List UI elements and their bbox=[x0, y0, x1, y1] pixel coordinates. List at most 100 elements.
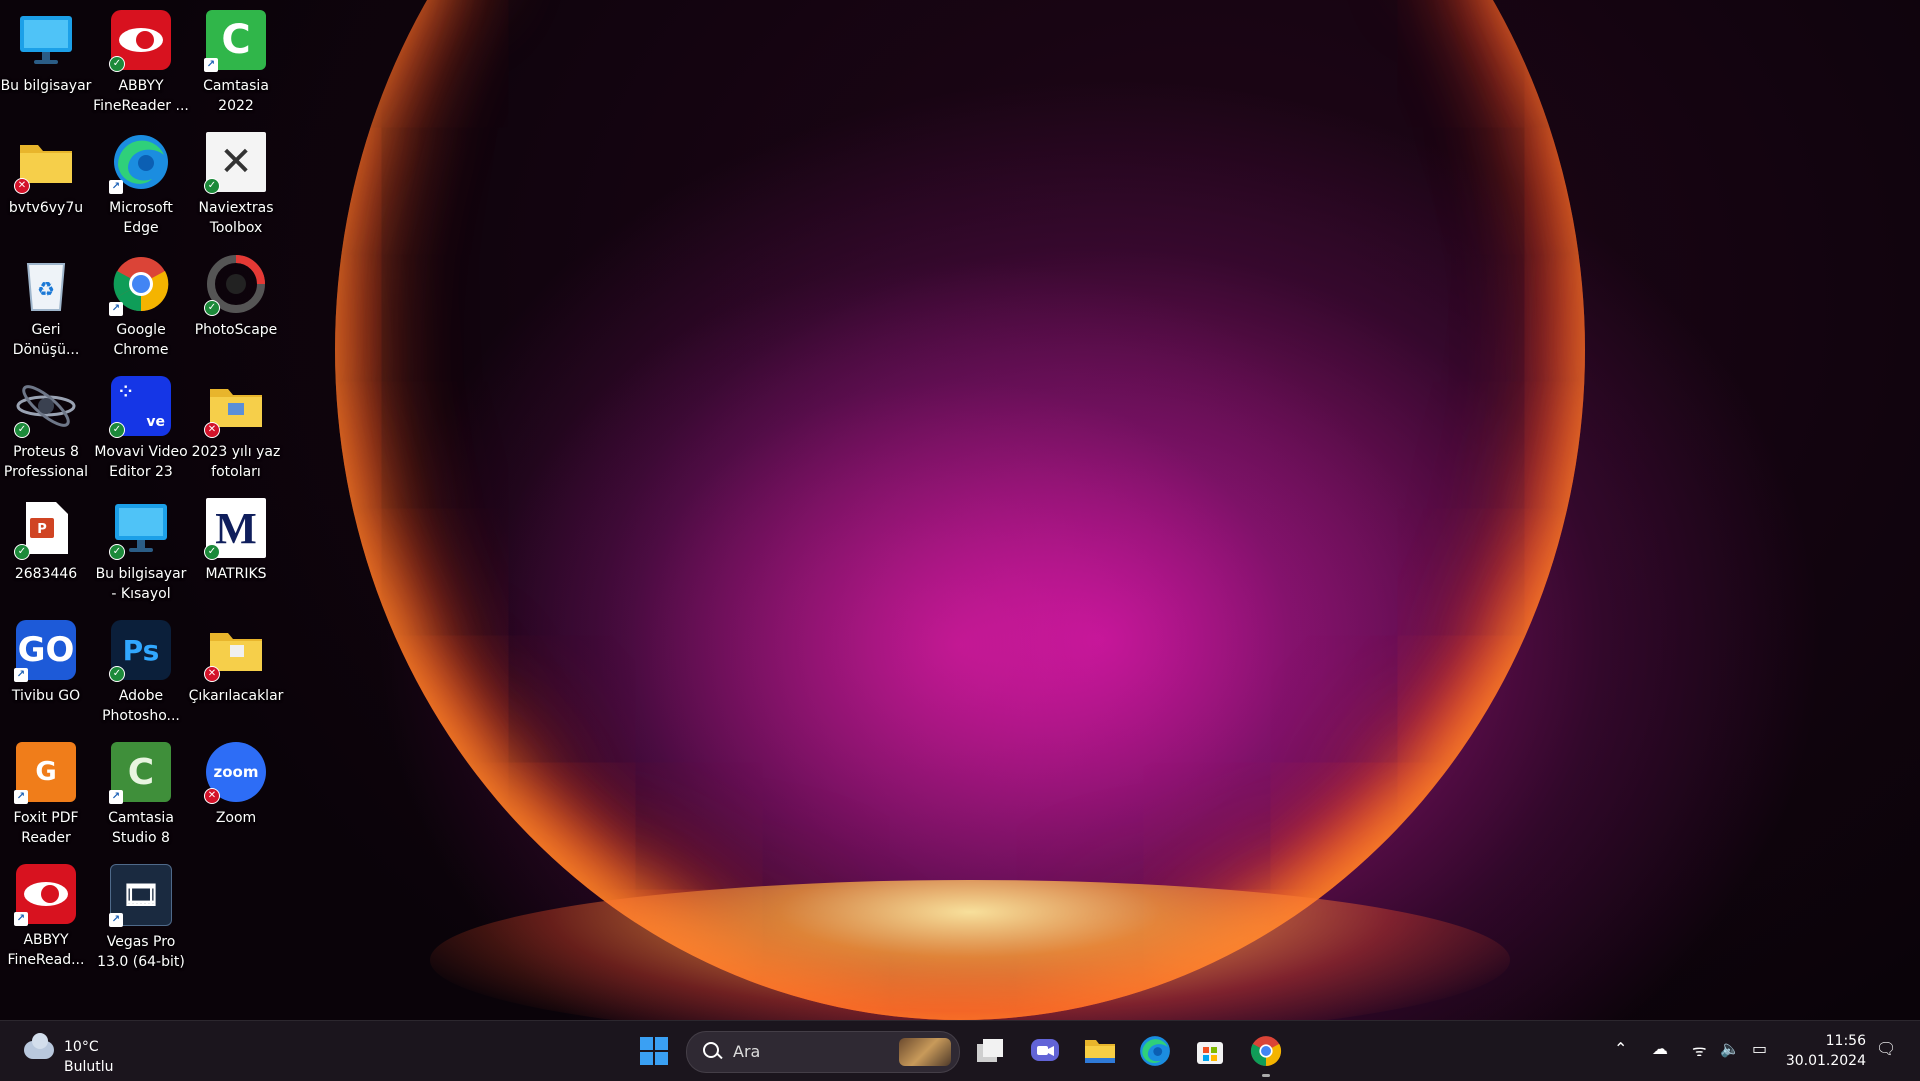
windows-logo-icon bbox=[640, 1037, 668, 1065]
desktop-icon-vegas[interactable]: 🎞 ↗ Vegas Pro 13.0 (64-bit) bbox=[95, 858, 187, 978]
abbyy-icon: ↗ bbox=[14, 864, 76, 926]
shortcut-arrow-icon: ↗ bbox=[109, 302, 123, 316]
desktop-icon-foxit[interactable]: G ↗ Foxit PDF Reader bbox=[0, 736, 92, 856]
chevron-up-icon[interactable]: ⌃ bbox=[1614, 1039, 1627, 1058]
desktop-icon-label: Geri Dönüşü... bbox=[12, 322, 80, 358]
folder-icon: ✕ bbox=[204, 620, 266, 682]
sync-error-icon: ✕ bbox=[204, 788, 220, 804]
movavi-icon: ve ⁘ ✓ bbox=[109, 376, 171, 438]
tivibu-icon: GO ↗ bbox=[14, 620, 76, 682]
wifi-icon[interactable]: ᯤ bbox=[1692, 1039, 1707, 1061]
sync-error-icon: ✕ bbox=[204, 422, 220, 438]
cloud-icon bbox=[24, 1033, 54, 1059]
folder-icon: ✕ bbox=[14, 132, 76, 194]
desktop-icon-movavi[interactable]: ve ⁘ ✓ Movavi Video Editor 23 bbox=[94, 370, 188, 490]
clock[interactable]: 11:56 30.01.2024 bbox=[1786, 1031, 1866, 1071]
search-placeholder: Ara bbox=[733, 1042, 761, 1061]
edge-taskbar-button[interactable] bbox=[1137, 1033, 1173, 1069]
desktop-icon-label: ABBYY FineReader ... bbox=[93, 78, 189, 114]
desktop-icon-photoshop[interactable]: Ps ✓ Adobe Photosho... bbox=[95, 614, 187, 734]
task-view-button[interactable] bbox=[972, 1033, 1008, 1069]
desktop-icon-proteus[interactable]: ✓ Proteus 8 Professional bbox=[0, 370, 92, 490]
weather-temperature: 10°C bbox=[64, 1039, 99, 1055]
desktop-wallpaper bbox=[0, 0, 1920, 1020]
desktop-icon-2683446[interactable]: P ✓ 2683446 bbox=[0, 492, 92, 612]
desktop-icon-geri-donusum[interactable]: ♻ Geri Dönüşü... bbox=[0, 248, 92, 368]
desktop-icon-cikarilacaklar[interactable]: ✕ Çıkarılacaklar bbox=[188, 614, 284, 734]
shortcut-arrow-icon: ↗ bbox=[109, 180, 123, 194]
svg-text:♻: ♻ bbox=[37, 277, 55, 301]
shortcut-arrow-icon: ↗ bbox=[204, 58, 218, 72]
desktop-icon-matriks[interactable]: M ✓ MATRIKS bbox=[190, 492, 282, 612]
naviextras-icon: ✕ ✓ bbox=[204, 132, 266, 194]
wallpaper-glow bbox=[430, 880, 1510, 1020]
sync-ok-icon: ✓ bbox=[109, 56, 125, 72]
edge-icon: ↗ bbox=[109, 132, 171, 194]
taskbar-search[interactable]: Ara bbox=[686, 1031, 960, 1073]
sync-ok-icon: ✓ bbox=[14, 422, 30, 438]
desktop-icon-photoscape[interactable]: ✓ PhotoScape bbox=[190, 248, 282, 368]
microsoft-store-button[interactable] bbox=[1192, 1033, 1228, 1069]
desktop-icon-bvtv6vy7u[interactable]: ✕ bvtv6vy7u bbox=[0, 126, 92, 246]
wallpaper-orb bbox=[335, 0, 1585, 1020]
chrome-icon bbox=[1250, 1036, 1282, 1066]
desktop-icon-label: Adobe Photosho... bbox=[102, 688, 180, 724]
shortcut-arrow-icon: ↗ bbox=[14, 668, 28, 682]
monitor-icon bbox=[16, 10, 76, 70]
desktop-icon-label: Proteus 8 Professional bbox=[3, 444, 89, 480]
shortcut-arrow-icon: ↗ bbox=[14, 790, 28, 804]
desktop-icon-label: 2683446 bbox=[14, 566, 78, 582]
shortcut-arrow-icon: ↗ bbox=[109, 790, 123, 804]
sync-ok-icon: ✓ bbox=[204, 300, 220, 316]
vegas-icon: 🎞 ↗ bbox=[109, 864, 172, 927]
desktop-icon-chrome[interactable]: ↗ Google Chrome bbox=[95, 248, 187, 368]
desktop-icon-label: PhotoScape bbox=[194, 322, 278, 338]
task-view-icon bbox=[977, 1039, 1003, 1062]
shortcut-arrow-icon: ↗ bbox=[109, 913, 123, 927]
sync-error-icon: ✕ bbox=[14, 178, 30, 194]
proteus-icon: ✓ bbox=[14, 376, 76, 438]
onedrive-error-icon[interactable]: ☁ bbox=[1652, 1039, 1668, 1058]
battery-icon[interactable]: ▭ bbox=[1752, 1039, 1767, 1058]
file-explorer-button[interactable] bbox=[1082, 1033, 1118, 1069]
desktop-icon-abbyy-2[interactable]: ↗ ABBYY FineRead... bbox=[0, 858, 92, 978]
desktop-icon-camtasia-2022[interactable]: C ↗ Camtasia 2022 bbox=[190, 4, 282, 124]
sync-ok-icon: ✓ bbox=[204, 544, 220, 560]
sync-ok-icon: ✓ bbox=[109, 544, 125, 560]
teams-chat-button[interactable] bbox=[1027, 1033, 1063, 1069]
desktop-icon-bu-bilgisayar-kisayol[interactable]: ✓ Bu bilgisayar - Kısayol bbox=[95, 492, 187, 612]
weather-widget[interactable]: 10°C Bulutlu bbox=[20, 1029, 130, 1075]
desktop-icon-label: Çıkarılacaklar bbox=[188, 688, 284, 704]
matriks-icon: M ✓ bbox=[204, 498, 266, 560]
desktop-icon-label: MATRIKS bbox=[205, 566, 267, 582]
desktop-icon-bu-bilgisayar[interactable]: Bu bilgisayar bbox=[0, 4, 92, 124]
desktop-icon-zoom[interactable]: zoom ✕ Zoom bbox=[190, 736, 282, 856]
folder-icon bbox=[1085, 1040, 1115, 1063]
desktop-icon-label: Vegas Pro 13.0 (64-bit) bbox=[97, 934, 185, 970]
camtasia-icon: C ↗ bbox=[204, 10, 266, 72]
desktop-icon-tivibu-go[interactable]: GO ↗ Tivibu GO bbox=[0, 614, 92, 734]
desktop-icon-label: Bu bilgisayar - Kısayol bbox=[95, 566, 187, 602]
edge-icon bbox=[1140, 1036, 1170, 1066]
notification-icon[interactable]: 🗨 bbox=[1876, 1039, 1896, 1058]
chrome-taskbar-button[interactable] bbox=[1248, 1033, 1284, 1077]
desktop-icon-label: Google Chrome bbox=[113, 322, 169, 358]
recycle-bin-icon: ♻ bbox=[16, 254, 76, 314]
sync-ok-icon: ✓ bbox=[109, 422, 125, 438]
volume-icon[interactable]: 🔈 bbox=[1720, 1039, 1740, 1058]
desktop-icon-abbyy-1[interactable]: ✓ ABBYY FineReader ... bbox=[93, 4, 189, 124]
clock-date: 30.01.2024 bbox=[1785, 1053, 1866, 1069]
desktop-icon-camtasia-studio[interactable]: C ↗ Camtasia Studio 8 bbox=[95, 736, 187, 856]
camtasia-icon: C ↗ bbox=[109, 742, 171, 804]
sync-ok-icon: ✓ bbox=[109, 666, 125, 682]
desktop-icon-naviextras[interactable]: ✕ ✓ Naviextras Toolbox bbox=[190, 126, 282, 246]
desktop-icon-2023-yaz-fotolari[interactable]: ✕ 2023 yılı yaz fotoları bbox=[190, 370, 282, 490]
desktop-icon-label: 2023 yılı yaz fotoları bbox=[191, 444, 281, 480]
search-highlight-image bbox=[899, 1038, 951, 1066]
teams-icon bbox=[1031, 1039, 1059, 1061]
desktop-icon-label: Camtasia Studio 8 bbox=[108, 810, 174, 846]
desktop-icon-label: Naviextras Toolbox bbox=[198, 200, 274, 236]
desktop-icon-edge[interactable]: ↗ Microsoft Edge bbox=[95, 126, 187, 246]
sync-ok-icon: ✓ bbox=[204, 178, 220, 194]
start-button[interactable] bbox=[636, 1033, 672, 1069]
